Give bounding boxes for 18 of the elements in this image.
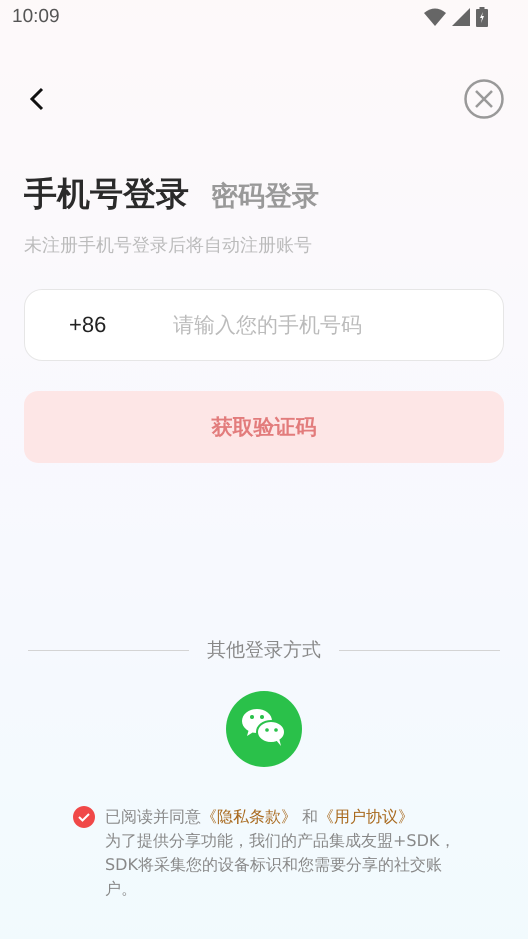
login-tab[interactable]: 手机号登录 — [24, 172, 189, 217]
hint-text: 未注册手机号登录后将自动注册账号 — [24, 234, 313, 257]
disclosure-text: 为了提供分享功能，我们的产品集成友盟+SDK，SDK将采集您的设备标识和您需要分享的社交账户。 — [105, 830, 456, 900]
agreement-text: 已阅读并同意《隐私条款》 和《用户协议》 — [105, 806, 416, 828]
login-tab[interactable]: 密码登录 — [211, 178, 319, 214]
other-login-label: 其他登录方式 — [207, 638, 321, 663]
close-icon[interactable] — [464, 79, 504, 119]
wechat-icon[interactable] — [226, 691, 302, 767]
phone-field[interactable]: +86 请输入您的手机号码 — [24, 289, 504, 361]
battery-icon — [476, 7, 488, 27]
signal-icon — [452, 8, 470, 26]
privacy-link[interactable]: 《隐私条款》 — [201, 807, 297, 826]
terms-link[interactable]: 《用户协议》 — [318, 807, 414, 826]
status-time: 10:09 — [12, 6, 60, 28]
wifi-icon — [424, 8, 446, 26]
back-icon[interactable] — [29, 87, 45, 111]
country-code[interactable]: +86 — [25, 312, 171, 338]
agree-checkbox[interactable] — [73, 806, 95, 828]
